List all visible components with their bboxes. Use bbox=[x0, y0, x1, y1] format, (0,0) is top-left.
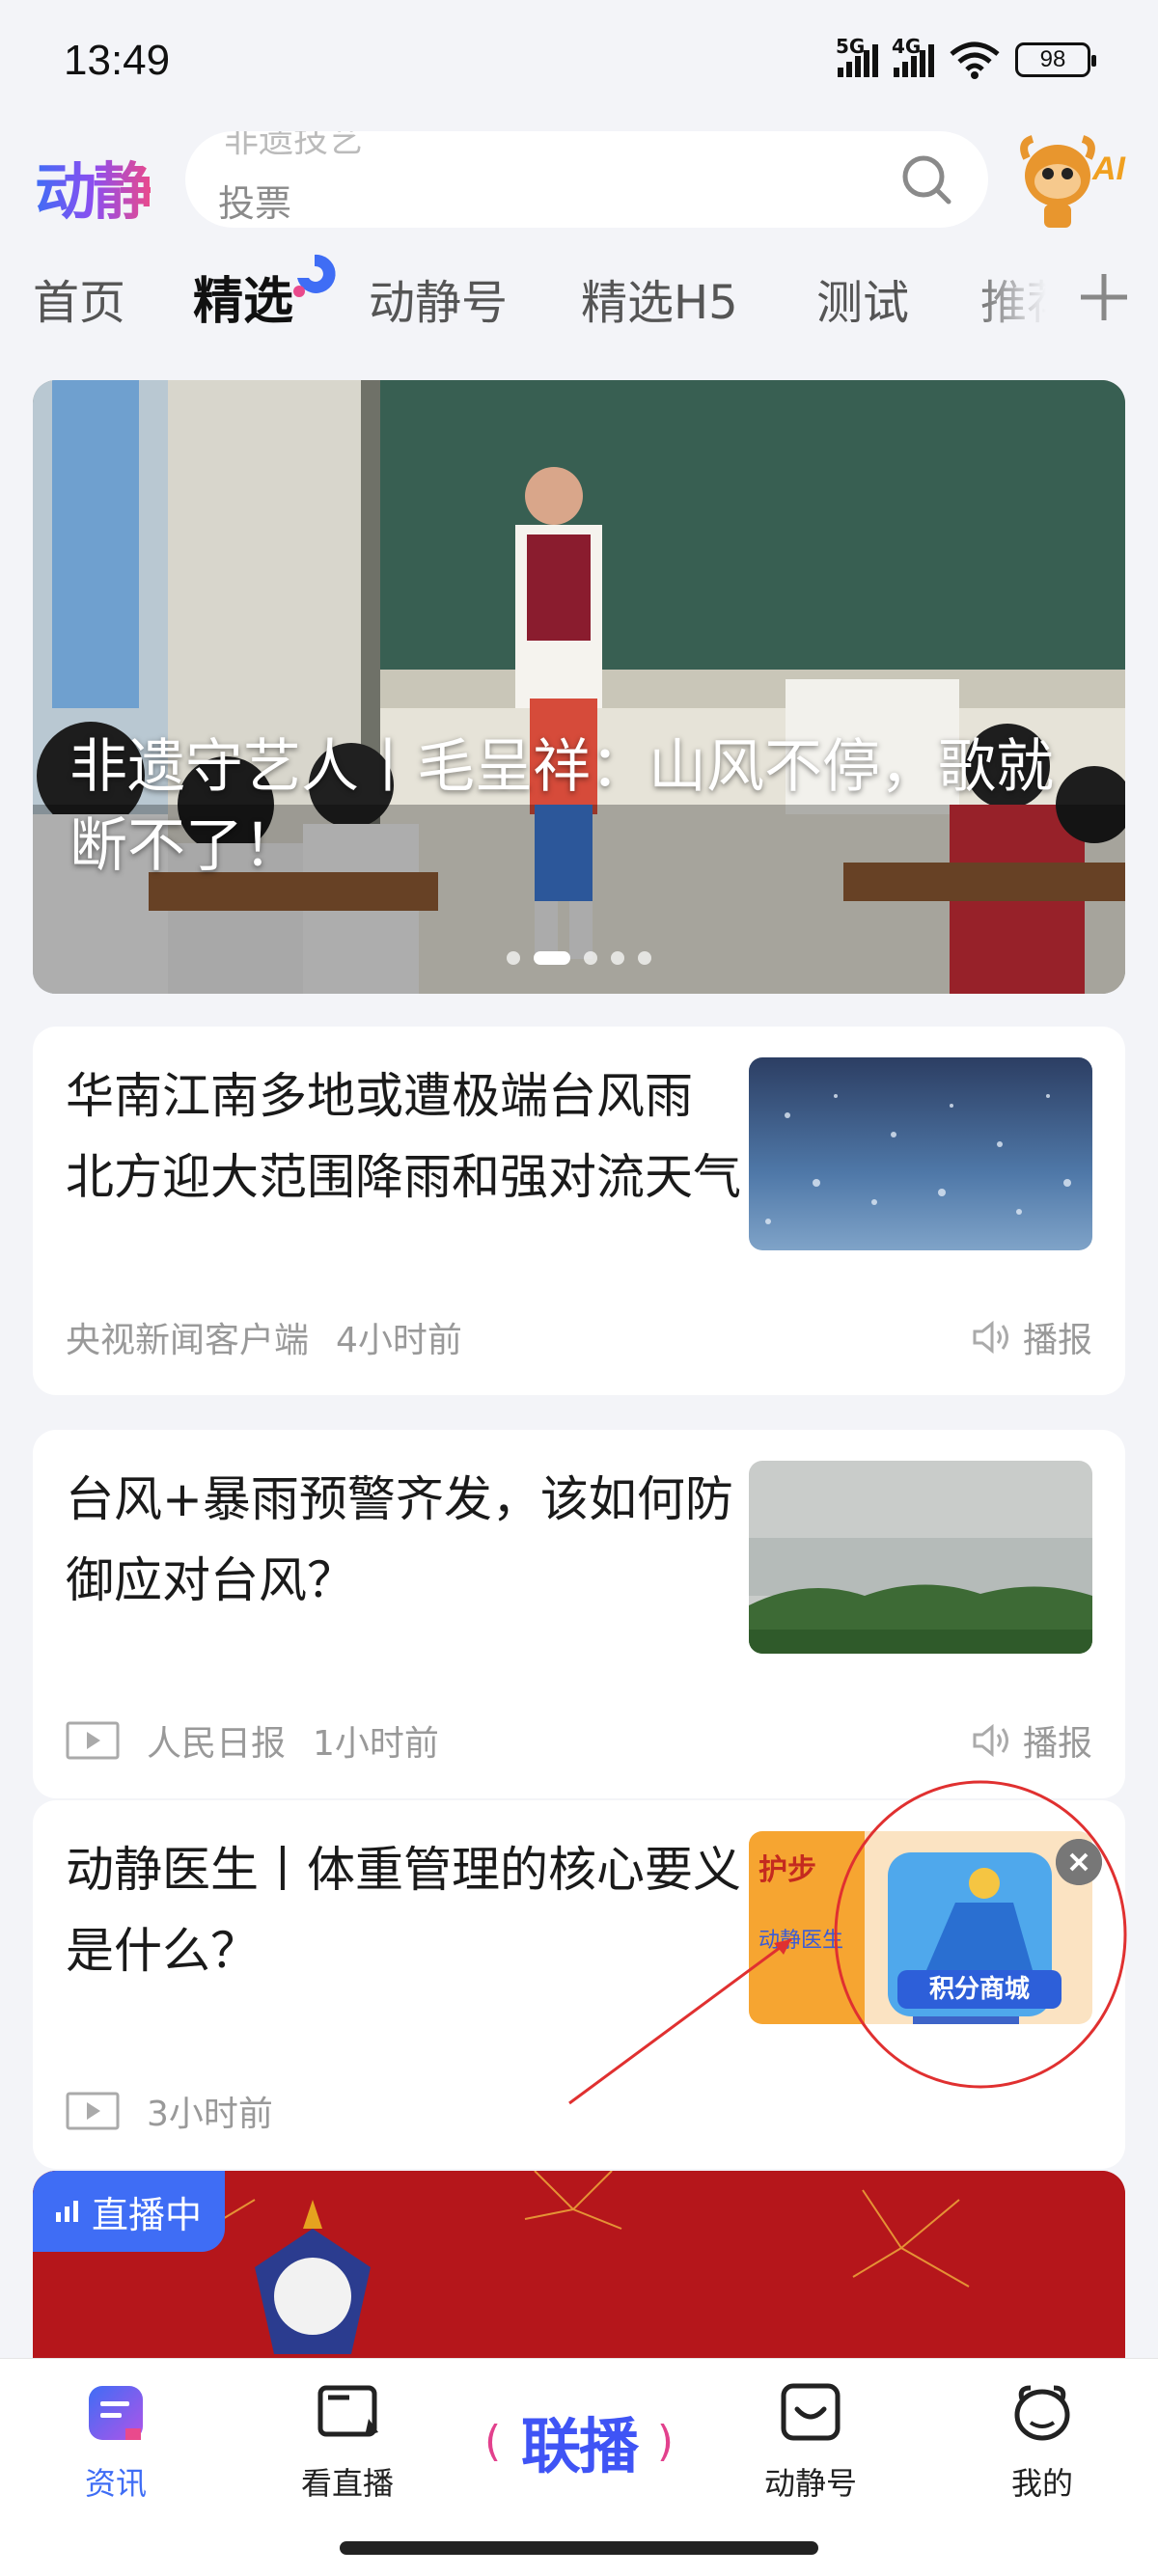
battery-icon: 98 bbox=[1015, 42, 1096, 77]
carousel-dot bbox=[611, 951, 624, 965]
nav-dongjinghao[interactable]: 动静号 bbox=[724, 2380, 897, 2504]
wave-left-icon: ( bbox=[484, 2417, 502, 2466]
dongjinghao-icon bbox=[781, 2383, 841, 2441]
signal-4g-icon: 4G bbox=[892, 35, 934, 77]
search-placeholder: 投票 bbox=[218, 182, 292, 225]
carousel-dot bbox=[507, 951, 520, 965]
tab-featured[interactable]: 精选 bbox=[193, 260, 293, 333]
svg-text:护步: 护步 bbox=[758, 1853, 816, 1887]
search-icon[interactable] bbox=[899, 152, 953, 206]
nav-mine[interactable]: 我的 bbox=[955, 2380, 1129, 2504]
tab-test[interactable]: 测试 bbox=[816, 264, 909, 332]
news-title: 华南江南多地或遭极端台风雨 北方迎大范围降雨和强对流天气 bbox=[66, 1068, 741, 1205]
nav-live[interactable]: 看直播 bbox=[261, 2380, 434, 2504]
ai-label: AI bbox=[1091, 151, 1127, 187]
wifi-icon bbox=[950, 41, 1000, 79]
battery-level: 98 bbox=[1039, 46, 1066, 72]
close-icon[interactable] bbox=[1056, 1839, 1102, 1885]
news-thumbnail bbox=[749, 1057, 1092, 1250]
speaker-icon bbox=[973, 1723, 1008, 1758]
app-header: 动静 非遗技艺 投票 AI bbox=[0, 125, 1158, 232]
news-time: 4小时前 bbox=[336, 1321, 462, 1360]
video-icon bbox=[66, 1721, 120, 1760]
news-card[interactable]: 华南江南多地或遭极端台风雨 北方迎大范围降雨和强对流天气 央视新闻客户端 4小时… bbox=[33, 1027, 1125, 1395]
carousel-indicator bbox=[33, 951, 1125, 965]
channel-tabs: 首页 精选 动静号 精选H5 测试 推荐 bbox=[0, 251, 1158, 338]
live-badge: 直播中 bbox=[33, 2171, 226, 2252]
banner-image bbox=[33, 380, 1125, 994]
home-indicator[interactable] bbox=[340, 2541, 818, 2555]
wave-right-icon: ) bbox=[656, 2417, 674, 2466]
speaker-icon bbox=[973, 1320, 1008, 1355]
signal-5g-icon: 5G bbox=[836, 35, 878, 77]
nav-label-mine: 我的 bbox=[1010, 2465, 1073, 2502]
carousel-dot bbox=[584, 951, 597, 965]
news-icon bbox=[89, 2386, 143, 2440]
news-source: 人民日报 bbox=[147, 1724, 287, 1764]
news-meta: 3小时前 bbox=[66, 2086, 273, 2136]
news-meta: 央视新闻客户端 4小时前 bbox=[66, 1312, 462, 1362]
live-badge-label: 直播中 bbox=[92, 2193, 203, 2236]
points-mall-widget[interactable]: 积分商城 bbox=[830, 1777, 1131, 2092]
app-logo: 动静 bbox=[35, 143, 154, 232]
status-bar: 13:49 5G 4G 98 bbox=[0, 0, 1158, 125]
network-label-5g: 5G bbox=[836, 35, 866, 58]
banner-carousel[interactable]: 非遗守艺人丨毛呈祥：山风不停，歌就断不了！ bbox=[33, 380, 1125, 994]
tab-dongjinghao[interactable]: 动静号 bbox=[369, 264, 508, 332]
news-card[interactable]: 台风+暴雨预警齐发，该如何防御应对台风？ 人民日报 1小时前 播报 bbox=[33, 1430, 1125, 1798]
new-badge-icon bbox=[293, 254, 336, 297]
carousel-dot bbox=[638, 951, 651, 965]
nav-lianbo[interactable]: ( 联播 ) bbox=[482, 2398, 676, 2481]
live-bars-icon bbox=[56, 2201, 78, 2222]
add-channel-icon[interactable] bbox=[1077, 270, 1131, 324]
status-time: 13:49 bbox=[64, 37, 171, 84]
tab-home[interactable]: 首页 bbox=[33, 264, 125, 332]
news-time: 1小时前 bbox=[313, 1724, 439, 1764]
points-mall-label: 积分商城 bbox=[929, 1974, 1030, 2004]
read-aloud-label: 播报 bbox=[1022, 1724, 1092, 1764]
search-scroll-previous: 非遗技艺 bbox=[224, 131, 364, 160]
read-aloud-button[interactable]: 播报 bbox=[971, 1312, 1092, 1362]
news-source: 央视新闻客户端 bbox=[66, 1321, 310, 1360]
profile-icon bbox=[1014, 2385, 1070, 2441]
status-icons: 5G 4G 98 bbox=[836, 35, 1096, 79]
network-label-4g: 4G bbox=[892, 35, 922, 58]
tab-featured-h5[interactable]: 精选H5 bbox=[581, 264, 738, 332]
news-title: 台风+暴雨预警齐发，该如何防御应对台风？ bbox=[66, 1471, 733, 1608]
nav-label-live: 看直播 bbox=[300, 2465, 394, 2502]
video-icon bbox=[66, 2092, 120, 2130]
annotation-arrow bbox=[568, 1937, 792, 2105]
nav-label-news: 资讯 bbox=[84, 2465, 147, 2502]
tabs-fade bbox=[965, 251, 1081, 338]
read-aloud-button[interactable]: 播报 bbox=[971, 1715, 1092, 1766]
nav-label-lianbo: 联播 bbox=[520, 2411, 639, 2481]
nav-news[interactable]: 资讯 bbox=[29, 2380, 203, 2504]
search-bar[interactable]: 非遗技艺 投票 bbox=[185, 131, 988, 228]
carousel-dot-active bbox=[534, 951, 570, 965]
ai-assistant-icon[interactable]: AI bbox=[1009, 129, 1129, 232]
nav-label-dongjinghao: 动静号 bbox=[763, 2465, 857, 2502]
news-meta: 人民日报 1小时前 bbox=[66, 1715, 439, 1766]
live-tv-icon bbox=[317, 2385, 378, 2437]
banner-title[interactable]: 非遗守艺人丨毛呈祥：山风不停，歌就断不了！ bbox=[69, 727, 1092, 886]
read-aloud-label: 播报 bbox=[1022, 1321, 1092, 1360]
news-thumbnail bbox=[749, 1461, 1092, 1654]
news-time: 3小时前 bbox=[147, 2095, 273, 2134]
